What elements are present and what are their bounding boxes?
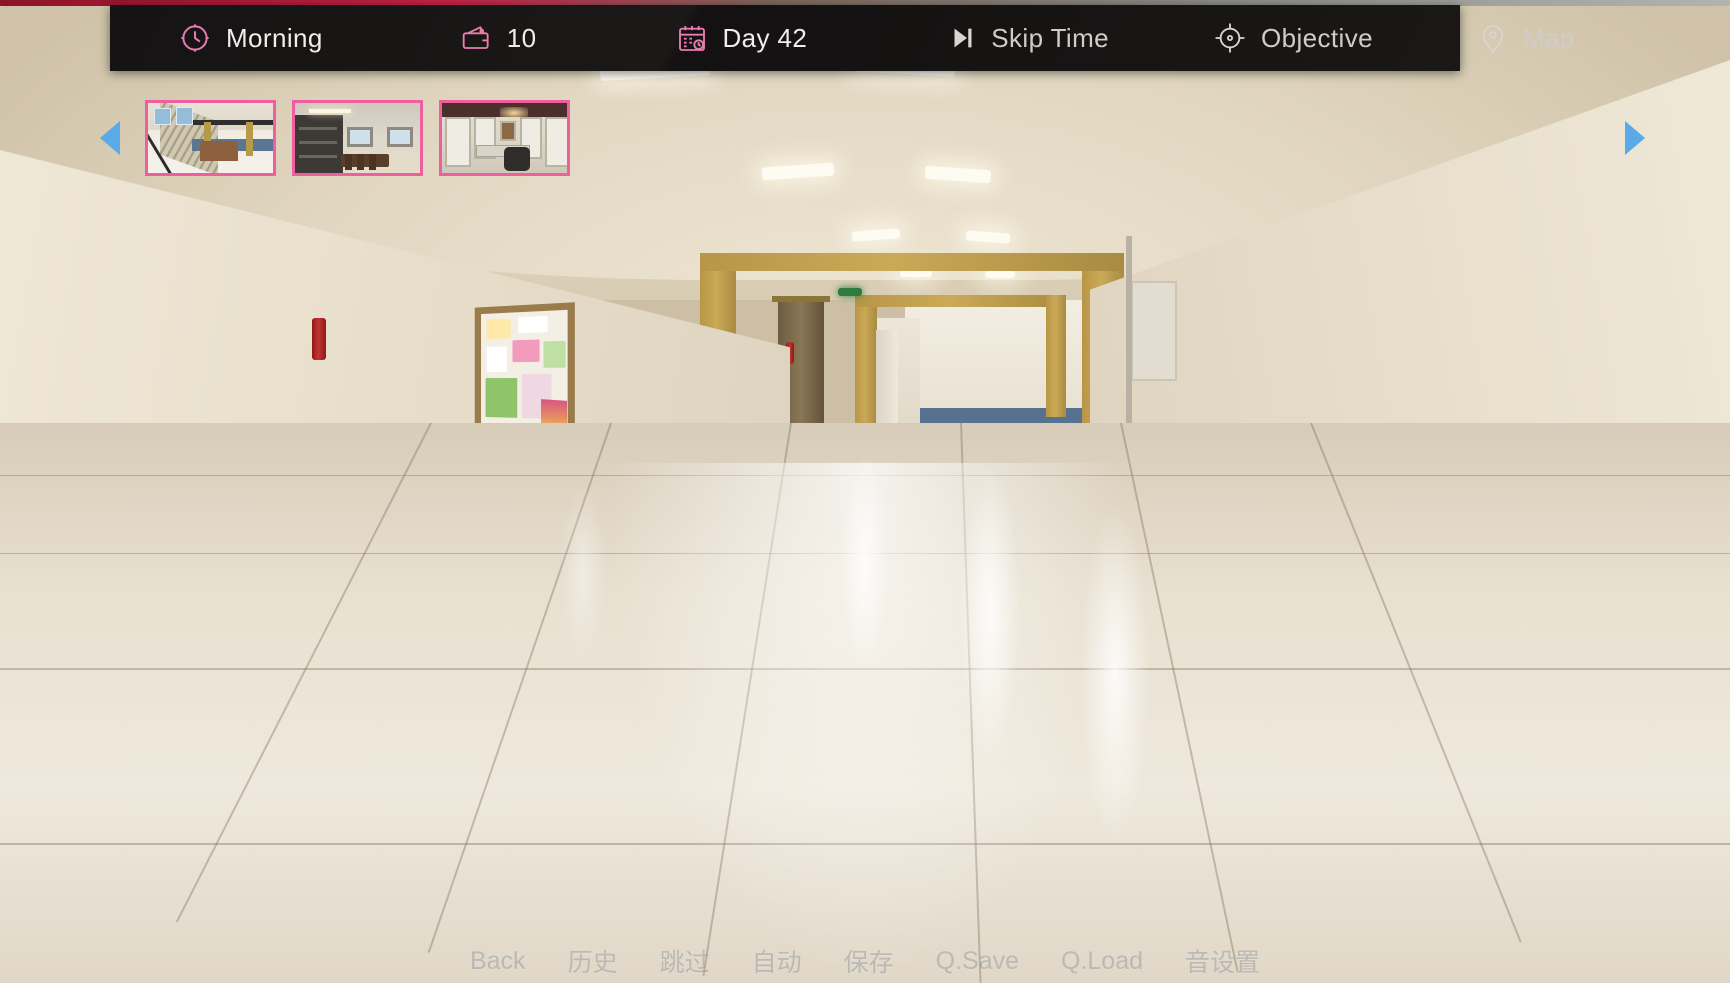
thumb-office-chair xyxy=(504,147,530,171)
thumb-bookcase xyxy=(545,117,567,167)
menu-skip[interactable]: 跳过 xyxy=(660,943,710,979)
hud-skip-time[interactable]: Skip Time xyxy=(941,5,1115,71)
floor-reflection xyxy=(840,453,890,673)
bulletin-note xyxy=(486,346,507,373)
calendar-clock-icon xyxy=(676,22,708,54)
menu-quick-save[interactable]: Q.Save xyxy=(936,947,1019,976)
thumb-bookcase xyxy=(445,117,471,167)
exit-sign xyxy=(838,288,862,296)
map-pin-icon xyxy=(1477,22,1509,54)
bulletin-note xyxy=(485,378,518,418)
floor-reflection xyxy=(1080,503,1150,843)
hud-day[interactable]: Day 42 xyxy=(670,5,813,71)
bulletin-note xyxy=(486,318,511,340)
thumb-window xyxy=(347,127,373,147)
bulletin-note xyxy=(518,315,548,334)
day-label: Day 42 xyxy=(722,22,808,53)
clock-icon xyxy=(178,21,212,55)
time-of-day-label: Morning xyxy=(226,22,323,53)
door-frame xyxy=(772,296,830,302)
hud-bar: Morning 10 Day 42 Skip Time Objective Ma… xyxy=(110,5,1574,71)
thumb-reception-desk xyxy=(200,141,238,161)
wall-panel-right xyxy=(1131,281,1177,381)
menu-auto[interactable]: 自动 xyxy=(752,943,802,979)
location-thumbnail-list xyxy=(145,100,570,176)
corridor-pillar-inner xyxy=(855,295,877,425)
hud-objective[interactable]: Objective xyxy=(1207,5,1379,71)
ceiling-light xyxy=(985,271,1015,278)
floor-reflection xyxy=(960,463,1020,763)
thumbnail-image-dining xyxy=(295,103,420,173)
floor-tile-line xyxy=(1310,422,1522,943)
prev-locations-arrow[interactable] xyxy=(100,121,120,155)
thumbnail-image-lobby xyxy=(148,103,273,173)
bottom-menu-bar: Back 历史 跳过 自动 保存 Q.Save Q.Load 音设置 xyxy=(0,943,1730,979)
thumb-shelf xyxy=(299,141,337,144)
floor-reflection xyxy=(560,483,606,663)
corridor-pillar-inner2 xyxy=(1046,295,1066,417)
crosshair-target-icon xyxy=(1213,21,1247,55)
menu-settings[interactable]: 音设置 xyxy=(1185,943,1260,979)
skip-time-label: Skip Time xyxy=(991,22,1109,53)
menu-back[interactable]: Back xyxy=(470,947,526,976)
thumb-window xyxy=(387,127,413,147)
thumb-wall-art xyxy=(154,108,171,125)
floor xyxy=(0,422,1730,983)
thumb-pillar xyxy=(246,122,253,156)
fire-alarm-box[interactable] xyxy=(312,318,326,360)
thumb-shelf xyxy=(299,127,337,130)
hud-time-of-day[interactable]: Morning xyxy=(172,5,329,71)
hud-money[interactable]: 10 xyxy=(455,5,543,71)
thumb-wall-art xyxy=(176,107,193,125)
money-label: 10 xyxy=(506,22,537,53)
thumb-chair xyxy=(345,154,352,170)
next-locations-arrow[interactable] xyxy=(1625,121,1645,155)
corridor-beam-inner xyxy=(855,295,1065,307)
thumb-dark-wall xyxy=(295,115,343,173)
bulletin-note xyxy=(512,339,540,363)
game-screen: Morning 10 Day 42 Skip Time Objective Ma… xyxy=(0,0,1730,983)
objective-label: Objective xyxy=(1261,22,1373,53)
thumb-picture xyxy=(500,121,516,141)
skip-forward-icon xyxy=(947,23,977,53)
thumbnail-image-study xyxy=(442,103,567,173)
location-thumbnail-lobby[interactable] xyxy=(145,100,276,176)
menu-quick-load[interactable]: Q.Load xyxy=(1061,947,1143,976)
location-thumbnail-strip xyxy=(100,97,1645,179)
floor-tile-line xyxy=(175,422,432,923)
map-label: Map xyxy=(1522,22,1575,53)
thumb-ceiling-beam xyxy=(188,120,273,125)
location-thumbnail-dining[interactable] xyxy=(292,100,423,176)
thumb-shelf xyxy=(299,155,337,158)
thumb-chair xyxy=(369,154,376,170)
menu-save[interactable]: 保存 xyxy=(844,943,894,979)
hud-map[interactable]: Map xyxy=(1471,5,1581,71)
wallet-icon xyxy=(461,22,493,54)
menu-history[interactable]: 历史 xyxy=(568,943,618,979)
corridor-header-beam xyxy=(700,253,1124,271)
thumb-ceiling-light xyxy=(309,109,351,113)
location-thumbnail-study[interactable] xyxy=(439,100,570,176)
bulletin-note xyxy=(543,340,566,368)
thumb-chair xyxy=(357,154,364,170)
classroom-door-far[interactable] xyxy=(876,330,898,426)
ceiling-light xyxy=(900,270,932,277)
